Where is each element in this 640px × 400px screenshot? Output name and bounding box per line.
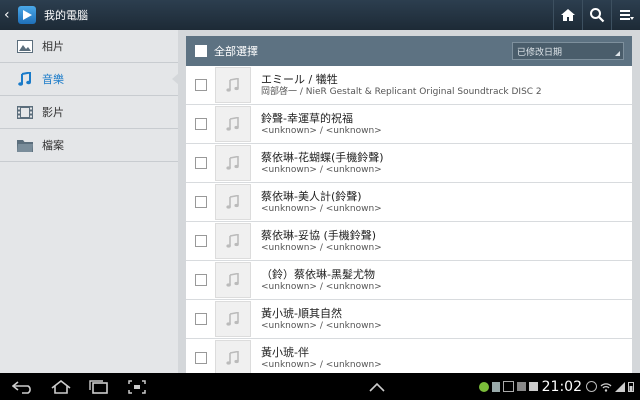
- music-note-icon: [215, 145, 251, 181]
- list-item[interactable]: 蔡依琳-美人計(鈴聲) <unknown> / <unknown>: [186, 183, 632, 222]
- home-icon: [561, 9, 575, 21]
- item-subtitle: <unknown> / <unknown>: [261, 320, 382, 331]
- item-title: 蔡依琳-美人計(鈴聲): [261, 189, 362, 203]
- folder-icon: [16, 138, 34, 152]
- list-item[interactable]: 黃小琥-順其自然 <unknown> / <unknown>: [186, 300, 632, 339]
- select-all-label[interactable]: 全部選擇: [214, 43, 512, 59]
- list-item[interactable]: エミール / 犠牲 岡部啓一 / NieR Gestalt & Replican…: [186, 66, 632, 105]
- wifi-icon: [600, 382, 612, 392]
- photo-icon: [16, 39, 34, 53]
- item-subtitle: <unknown> / <unknown>: [261, 242, 382, 253]
- system-nav-bar: 21:02: [0, 373, 640, 400]
- recent-apps-icon: [89, 379, 108, 394]
- item-checkbox[interactable]: [195, 79, 207, 91]
- sidebar-item-label: 檔案: [42, 139, 64, 152]
- item-checkbox[interactable]: [195, 196, 207, 208]
- music-note-icon: [215, 340, 251, 373]
- sidebar-item-label: 影片: [42, 106, 64, 119]
- sort-dropdown-label: 已修改日期: [517, 47, 563, 58]
- item-checkbox[interactable]: [195, 352, 207, 364]
- sidebar: 相片 音樂 影片 檔案: [0, 30, 179, 373]
- sidebar-item-label: 相片: [42, 40, 64, 53]
- item-title: 黃小琥-伴: [261, 345, 309, 359]
- image-icon: [502, 381, 514, 392]
- home-icon: [51, 379, 71, 394]
- sidebar-item-videos[interactable]: 影片: [0, 96, 178, 129]
- sidebar-item-photos[interactable]: 相片: [0, 30, 178, 63]
- content-area: 全部選擇 已修改日期 エミール / 犠牲 岡部啓一 / NieR Gestalt…: [178, 30, 640, 373]
- home-button[interactable]: [553, 0, 582, 30]
- sort-dropdown[interactable]: 已修改日期: [512, 42, 624, 60]
- list-item[interactable]: 鈴聲-幸運草的祝福 <unknown> / <unknown>: [186, 105, 632, 144]
- chevron-up-icon[interactable]: [368, 382, 386, 392]
- item-checkbox[interactable]: [195, 118, 207, 130]
- status-clock: 21:02: [541, 378, 582, 395]
- bluetooth-icon: [586, 381, 597, 392]
- home-nav-button[interactable]: [42, 373, 80, 400]
- android-icon: [478, 381, 489, 392]
- search-icon: [590, 8, 605, 23]
- page-title: 我的電腦: [44, 9, 88, 22]
- recent-apps-button[interactable]: [80, 373, 118, 400]
- film-icon: [16, 105, 34, 119]
- battery-icon: [628, 382, 634, 392]
- menu-icon: [620, 10, 634, 20]
- sd-card-icon: [491, 381, 500, 392]
- app-logo[interactable]: [18, 6, 36, 24]
- select-all-checkbox[interactable]: [195, 45, 207, 57]
- signal-icon: [615, 381, 625, 392]
- item-title: 鈴聲-幸運草的祝福: [261, 111, 353, 125]
- screenshot-button[interactable]: [118, 373, 156, 400]
- music-note-icon: [215, 262, 251, 298]
- facebook-icon: [528, 382, 538, 391]
- item-checkbox[interactable]: [195, 235, 207, 247]
- item-checkbox[interactable]: [195, 274, 207, 286]
- item-checkbox[interactable]: [195, 313, 207, 325]
- item-title: エミール / 犠牲: [261, 72, 338, 86]
- action-bar: ‹ 我的電腦: [0, 0, 640, 30]
- keyboard-icon: [516, 382, 526, 391]
- music-note-icon: [215, 184, 251, 220]
- music-list-panel: 全部選擇 已修改日期 エミール / 犠牲 岡部啓一 / NieR Gestalt…: [186, 36, 632, 373]
- item-subtitle: <unknown> / <unknown>: [261, 125, 382, 136]
- list-item[interactable]: 蔡依琳-花蝴蝶(手機鈴聲) <unknown> / <unknown>: [186, 144, 632, 183]
- list-item[interactable]: 黃小琥-伴 <unknown> / <unknown>: [186, 339, 632, 373]
- music-note-icon: [215, 223, 251, 259]
- item-subtitle: <unknown> / <unknown>: [261, 359, 382, 370]
- sidebar-item-files[interactable]: 檔案: [0, 129, 178, 162]
- item-subtitle: <unknown> / <unknown>: [261, 203, 382, 214]
- back-icon: [12, 380, 31, 394]
- item-title: 蔡依琳-花蝴蝶(手機鈴聲): [261, 150, 384, 164]
- item-subtitle: <unknown> / <unknown>: [261, 164, 382, 175]
- item-checkbox[interactable]: [195, 157, 207, 169]
- item-title: 黃小琥-順其自然: [261, 306, 342, 320]
- item-title: （鈴）蔡依琳-黑髮尤物: [261, 267, 375, 281]
- item-subtitle: <unknown> / <unknown>: [261, 281, 382, 292]
- item-title: 蔡依琳-妥協 (手機鈴聲): [261, 228, 377, 242]
- back-arrow-icon[interactable]: ‹: [4, 7, 16, 23]
- menu-button[interactable]: [611, 0, 640, 30]
- music-note-icon: [215, 67, 251, 103]
- music-note-icon: [16, 72, 34, 86]
- list-item[interactable]: （鈴）蔡依琳-黑髮尤物 <unknown> / <unknown>: [186, 261, 632, 300]
- music-note-icon: [215, 301, 251, 337]
- search-button[interactable]: [582, 0, 611, 30]
- screenshot-icon: [128, 379, 146, 394]
- select-all-bar: 全部選擇 已修改日期: [186, 36, 632, 66]
- list-item[interactable]: 蔡依琳-妥協 (手機鈴聲) <unknown> / <unknown>: [186, 222, 632, 261]
- music-note-icon: [215, 106, 251, 142]
- item-subtitle: 岡部啓一 / NieR Gestalt & Replicant Original…: [261, 86, 542, 97]
- sidebar-item-music[interactable]: 音樂: [0, 63, 179, 96]
- back-button[interactable]: [4, 373, 42, 400]
- sidebar-item-label: 音樂: [42, 73, 64, 86]
